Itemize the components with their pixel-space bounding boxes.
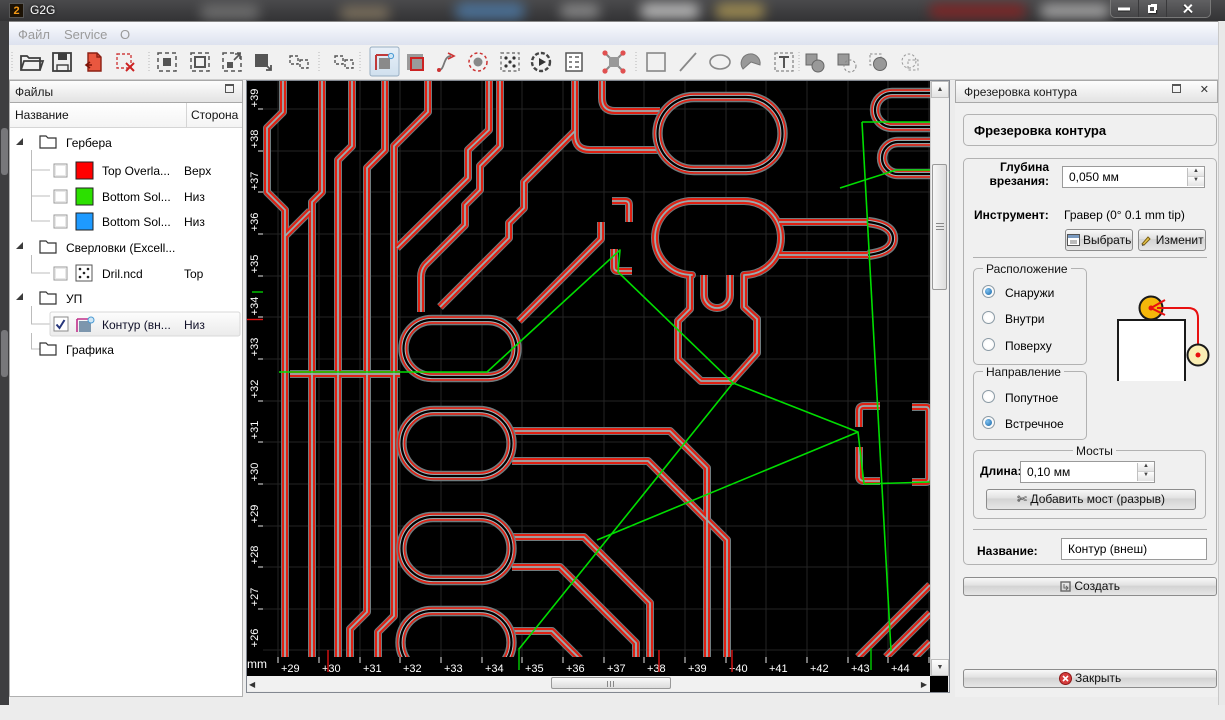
svg-text:+35: +35 xyxy=(249,255,261,274)
svg-text:+39: +39 xyxy=(688,663,707,675)
svg-text:Dril.ncd: Dril.ncd xyxy=(102,267,143,281)
svg-text:+29: +29 xyxy=(281,663,300,675)
svg-text:Сверловки (Excell...: Сверловки (Excell... xyxy=(66,241,175,255)
svg-text:+26: +26 xyxy=(249,629,261,648)
svg-text:+39: +39 xyxy=(249,89,261,108)
svg-text:+30: +30 xyxy=(322,663,341,675)
svg-text:+36: +36 xyxy=(249,213,261,232)
svg-text:+33: +33 xyxy=(444,663,463,675)
svg-text:+41: +41 xyxy=(769,663,788,675)
svg-text:+34: +34 xyxy=(249,297,261,316)
svg-text:Верх: Верх xyxy=(184,164,211,178)
svg-text:Bottom Sol...: Bottom Sol... xyxy=(102,215,171,229)
svg-text:+37: +37 xyxy=(607,663,626,675)
svg-text:Top Overla...: Top Overla... xyxy=(102,164,170,178)
svg-text:+44: +44 xyxy=(891,663,910,675)
svg-text:Гербера: Гербера xyxy=(66,136,112,150)
svg-text:+34: +34 xyxy=(485,663,504,675)
svg-text:+43: +43 xyxy=(851,663,870,675)
svg-text:+32: +32 xyxy=(249,380,261,399)
svg-text:+27: +27 xyxy=(249,588,261,607)
svg-text:+31: +31 xyxy=(249,421,261,440)
svg-text:+32: +32 xyxy=(403,663,422,675)
svg-text:Top: Top xyxy=(184,267,204,281)
svg-text:+33: +33 xyxy=(249,338,261,357)
svg-text:+35: +35 xyxy=(525,663,544,675)
svg-text:+36: +36 xyxy=(566,663,585,675)
svg-text:Низ: Низ xyxy=(184,215,205,229)
svg-text:Низ: Низ xyxy=(184,190,205,204)
svg-text:+31: +31 xyxy=(363,663,382,675)
svg-text:+30: +30 xyxy=(249,463,261,482)
svg-text:+29: +29 xyxy=(249,505,261,524)
svg-text:+38: +38 xyxy=(249,130,261,149)
svg-text:+28: +28 xyxy=(249,546,261,565)
svg-text:+37: +37 xyxy=(249,172,261,191)
svg-text:Низ: Низ xyxy=(184,318,205,332)
svg-text:+38: +38 xyxy=(647,663,666,675)
svg-text:УП: УП xyxy=(66,292,82,306)
svg-text:Контур (вн...: Контур (вн... xyxy=(102,318,171,332)
svg-text:mm: mm xyxy=(247,657,267,671)
svg-text:Графика: Графика xyxy=(66,343,114,357)
svg-text:Bottom Sol...: Bottom Sol... xyxy=(102,190,171,204)
svg-text:+42: +42 xyxy=(810,663,829,675)
